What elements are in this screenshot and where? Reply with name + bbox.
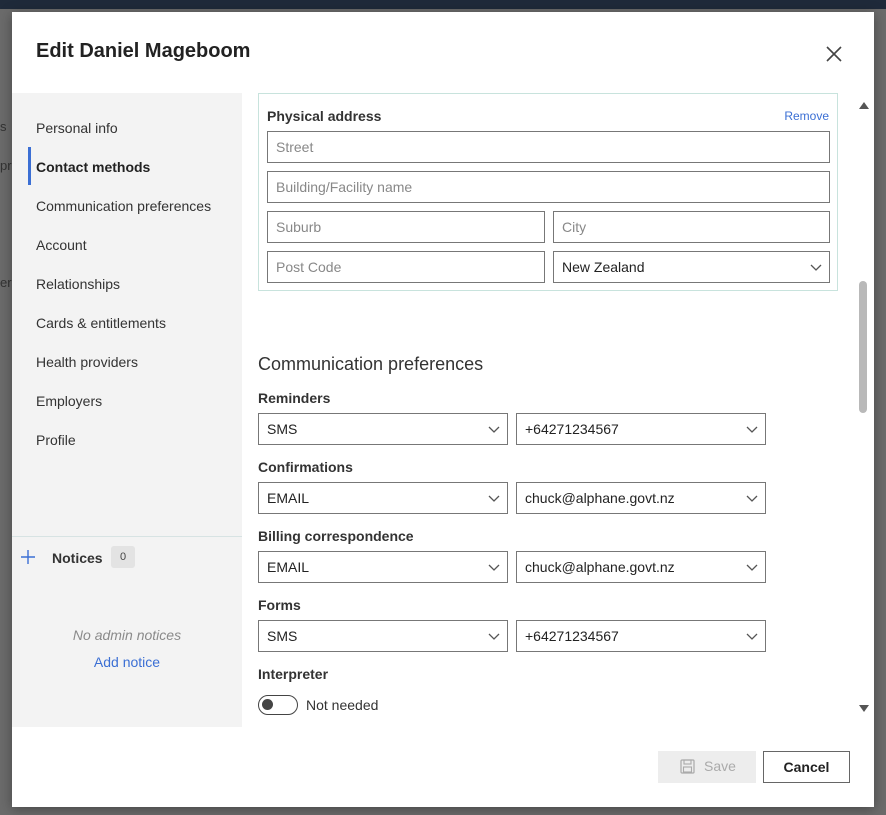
billing-method-select[interactable]: EMAIL bbox=[258, 551, 508, 583]
backdrop-fragment: er bbox=[0, 275, 12, 290]
chevron-down-icon bbox=[746, 495, 758, 502]
forms-method-select[interactable]: SMS bbox=[258, 620, 508, 652]
sidebar-item-employers[interactable]: Employers bbox=[36, 393, 102, 409]
city-input[interactable] bbox=[553, 211, 830, 243]
edit-dialog: Edit Daniel Mageboom Personal info Conta… bbox=[12, 12, 874, 807]
reminders-contact-select[interactable]: +64271234567 bbox=[516, 413, 766, 445]
notices-divider bbox=[12, 536, 242, 537]
interpreter-label: Interpreter bbox=[258, 666, 329, 682]
physical-address-label: Physical address bbox=[267, 108, 382, 124]
confirmations-label: Confirmations bbox=[258, 459, 353, 475]
chevron-down-icon bbox=[746, 633, 758, 640]
dialog-title: Edit Daniel Mageboom bbox=[36, 40, 251, 62]
billing-correspondence-label: Billing correspondence bbox=[258, 528, 414, 544]
chevron-down-icon bbox=[488, 495, 500, 502]
notices-count-badge: 0 bbox=[111, 546, 135, 568]
chevron-down-icon bbox=[746, 564, 758, 571]
sidebar-item-communication-preferences[interactable]: Communication preferences bbox=[36, 198, 211, 214]
chevron-down-icon bbox=[810, 264, 822, 271]
chevron-down-icon bbox=[488, 426, 500, 433]
communication-preferences-title: Communication preferences bbox=[258, 354, 484, 374]
postcode-input[interactable] bbox=[267, 251, 545, 283]
forms-contact-value: +64271234567 bbox=[525, 628, 619, 644]
active-nav-indicator bbox=[28, 147, 31, 185]
confirmations-contact-select[interactable]: chuck@alphane.govt.nz bbox=[516, 482, 766, 514]
confirmations-contact-value: chuck@alphane.govt.nz bbox=[525, 490, 675, 506]
chevron-down-icon bbox=[488, 633, 500, 640]
close-button[interactable] bbox=[822, 42, 846, 66]
interpreter-toggle[interactable] bbox=[258, 695, 298, 715]
scroll-thumb[interactable] bbox=[859, 281, 867, 413]
forms-method-value: SMS bbox=[267, 628, 298, 644]
backdrop-fragment: s bbox=[0, 119, 7, 134]
floppy-disk-icon bbox=[680, 759, 695, 774]
chevron-down-icon bbox=[488, 564, 500, 571]
forms-contact-select[interactable]: +64271234567 bbox=[516, 620, 766, 652]
scroll-up-arrow-icon[interactable] bbox=[859, 101, 869, 109]
confirmations-method-value: EMAIL bbox=[267, 490, 310, 506]
add-notice-plus-icon[interactable] bbox=[20, 549, 36, 565]
notices-label: Notices bbox=[52, 550, 103, 566]
backdrop-fragment: pr bbox=[0, 158, 12, 173]
contact-methods-panel: Physical address Remove New Zealand Comm… bbox=[242, 93, 874, 727]
sidebar-item-relationships[interactable]: Relationships bbox=[36, 276, 120, 292]
no-notices-text: No admin notices bbox=[72, 627, 182, 643]
billing-contact-value: chuck@alphane.govt.nz bbox=[525, 559, 675, 575]
street-input[interactable] bbox=[267, 131, 830, 163]
billing-contact-select[interactable]: chuck@alphane.govt.nz bbox=[516, 551, 766, 583]
reminders-contact-value: +64271234567 bbox=[525, 421, 619, 437]
toggle-knob bbox=[262, 699, 273, 710]
sidebar-item-cards-entitlements[interactable]: Cards & entitlements bbox=[36, 315, 166, 331]
app-top-bar bbox=[0, 0, 886, 9]
reminders-method-value: SMS bbox=[267, 421, 298, 437]
billing-method-value: EMAIL bbox=[267, 559, 310, 575]
sidebar-item-profile[interactable]: Profile bbox=[36, 432, 76, 448]
building-input[interactable] bbox=[267, 171, 830, 203]
country-value: New Zealand bbox=[562, 259, 645, 275]
cancel-button[interactable]: Cancel bbox=[763, 751, 850, 783]
close-icon bbox=[826, 46, 842, 62]
forms-label: Forms bbox=[258, 597, 301, 613]
interpreter-toggle-label: Not needed bbox=[306, 697, 379, 713]
sidebar-item-account[interactable]: Account bbox=[36, 237, 87, 253]
suburb-input[interactable] bbox=[267, 211, 545, 243]
sidebar-item-contact-methods[interactable]: Contact methods bbox=[36, 159, 150, 175]
chevron-down-icon bbox=[746, 426, 758, 433]
sidebar-item-health-providers[interactable]: Health providers bbox=[36, 354, 138, 370]
sidebar-item-personal-info[interactable]: Personal info bbox=[36, 120, 118, 136]
save-button[interactable]: Save bbox=[658, 751, 756, 783]
country-select[interactable]: New Zealand bbox=[553, 251, 830, 283]
content-scrollbar[interactable] bbox=[854, 93, 874, 727]
sidebar: Personal info Contact methods Communicat… bbox=[12, 93, 242, 727]
reminders-label: Reminders bbox=[258, 390, 331, 406]
physical-address-card: Physical address Remove New Zealand bbox=[258, 93, 838, 291]
reminders-method-select[interactable]: SMS bbox=[258, 413, 508, 445]
add-notice-link[interactable]: Add notice bbox=[12, 654, 242, 670]
save-button-label: Save bbox=[704, 758, 736, 774]
remove-address-link[interactable]: Remove bbox=[784, 109, 829, 123]
confirmations-method-select[interactable]: EMAIL bbox=[258, 482, 508, 514]
scroll-down-arrow-icon[interactable] bbox=[859, 705, 869, 713]
